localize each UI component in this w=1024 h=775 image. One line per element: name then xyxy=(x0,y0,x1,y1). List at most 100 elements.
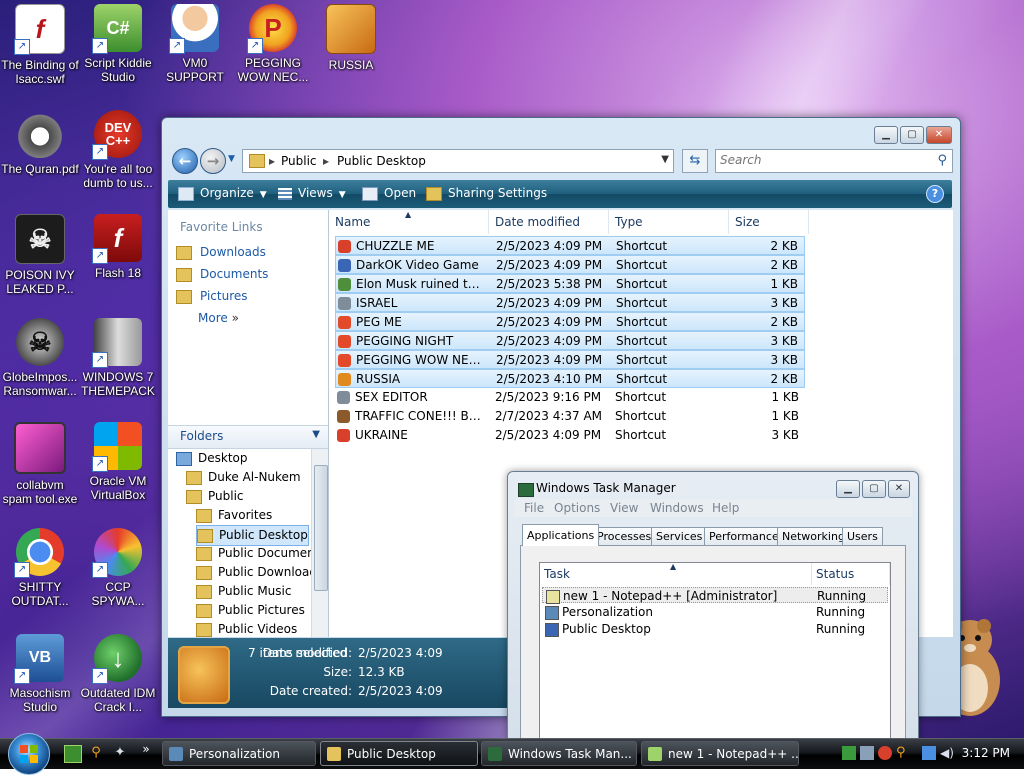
desktop-icon-russia[interactable]: RUSSIA xyxy=(311,4,391,72)
task-row[interactable]: Public Desktop Running xyxy=(542,621,888,637)
column-header-status[interactable]: Status xyxy=(812,563,890,585)
tree-item-public-music[interactable]: Public Music xyxy=(196,582,291,601)
help-icon[interactable]: ? xyxy=(926,185,944,203)
refresh-button[interactable]: ⇆ xyxy=(682,149,708,173)
desktop-icon-quran[interactable]: The Quran.pdf xyxy=(0,110,80,176)
address-bar[interactable]: ▸ Public ▸ Public Desktop ▼ xyxy=(242,149,674,173)
nav-scrollbar[interactable] xyxy=(311,449,328,637)
file-row[interactable]: ISRAEL 2/5/2023 4:09 PM Shortcut 3 KB xyxy=(335,293,805,312)
quicklaunch-tool-icon[interactable]: ✦ xyxy=(112,745,128,761)
column-header-size[interactable]: Size xyxy=(729,210,809,234)
volume-icon[interactable]: ◀) xyxy=(940,746,954,760)
desktop-icon-devcpp[interactable]: DEV C++ ↗ You're all too dumb to us... xyxy=(78,110,158,190)
minimize-button[interactable]: ▁ xyxy=(874,126,898,144)
file-row[interactable]: TRAFFIC CONE!!! BEEP ... 2/7/2023 4:37 AM… xyxy=(335,407,805,426)
desktop-icon-binding-of-isacc[interactable]: f ↗ The Binding of Isacc.swf xyxy=(0,4,80,86)
tree-item-public-videos[interactable]: Public Videos xyxy=(196,620,297,637)
file-row[interactable]: RUSSIA 2/5/2023 4:10 PM Shortcut 2 KB xyxy=(335,369,805,388)
desktop-icon-globeimposter[interactable]: ☠ GlobeImpos... Ransomwar... xyxy=(0,318,80,398)
tab-performance[interactable]: Performance xyxy=(704,527,784,545)
task-row[interactable]: Personalization Running xyxy=(542,604,888,620)
file-row[interactable]: PEGGING NIGHT 2/5/2023 4:09 PM Shortcut 3 K… xyxy=(335,331,805,350)
search-input[interactable] xyxy=(716,150,920,170)
tree-item-public-documents[interactable]: Public Documents xyxy=(196,544,326,563)
taskbar-task-manager[interactable]: Windows Task Man... xyxy=(481,741,637,766)
desktop-icon-idm[interactable]: ↓ ↗ Outdated IDM Crack I... xyxy=(78,634,158,714)
open-button[interactable]: Open xyxy=(362,186,416,201)
sharing-settings-button[interactable]: Sharing Settings xyxy=(426,186,547,201)
maximize-button[interactable]: ▢ xyxy=(900,126,924,144)
views-button[interactable]: Views ▼ xyxy=(278,186,346,200)
start-button[interactable] xyxy=(8,733,50,775)
maximize-button[interactable]: ▢ xyxy=(862,480,886,498)
tree-item-public-downloads[interactable]: Public Downloads xyxy=(196,563,323,582)
desktop-icon-poison-ivy[interactable]: ☠ POISON IVY LEAKED P... xyxy=(0,214,80,296)
favorite-link-pictures[interactable]: Pictures xyxy=(176,286,248,306)
tray-display-icon[interactable] xyxy=(922,746,936,760)
file-row[interactable]: SEX EDITOR 2/5/2023 9:16 PM Shortcut 1 KB xyxy=(335,388,805,407)
tree-item-favorites[interactable]: Favorites xyxy=(196,506,272,525)
tab-applications[interactable]: Applications xyxy=(522,524,600,546)
favorite-link-documents[interactable]: Documents xyxy=(176,264,268,284)
column-header-task[interactable]: Task ▲ xyxy=(540,562,812,585)
tab-services[interactable]: Services xyxy=(651,527,708,545)
close-button[interactable]: ✕ xyxy=(888,480,910,498)
forward-button[interactable]: → xyxy=(200,148,226,174)
desktop-icon-pegging-wow[interactable]: P ↗ PEGGING WOW NEC... xyxy=(233,4,313,84)
file-row[interactable]: PEG ME 2/5/2023 4:09 PM Shortcut 2 KB xyxy=(335,312,805,331)
tab-networking[interactable]: Networking xyxy=(777,527,850,545)
task-row[interactable]: new 1 - Notepad++ [Administrator] Running xyxy=(542,587,888,604)
tray-app-icon[interactable] xyxy=(842,746,856,760)
desktop-icon-ccp-spyware[interactable]: ↗ CCP SPYWA... xyxy=(78,528,158,608)
tree-item-public[interactable]: Public xyxy=(186,487,244,506)
column-header-type[interactable]: Type xyxy=(609,210,729,234)
search-icon[interactable]: ⚲ xyxy=(937,153,947,168)
column-header-date-modified[interactable]: Date modified xyxy=(489,210,609,234)
column-header-name[interactable]: Name ▲ xyxy=(329,210,489,234)
desktop-icon-masochism-studio[interactable]: VB ↗ Masochism Studio xyxy=(0,634,80,714)
desktop-icon-collabvm-spam[interactable]: collabvm spam tool.exe xyxy=(0,422,80,506)
taskbar-notepadpp[interactable]: new 1 - Notepad++ ... xyxy=(641,741,799,766)
folders-header[interactable]: Folders ▼ xyxy=(168,425,328,449)
taskbar-personalization[interactable]: Personalization xyxy=(162,741,316,766)
menu-file[interactable]: File xyxy=(524,501,544,515)
file-row[interactable]: UKRAINE 2/5/2023 4:09 PM Shortcut 3 KB xyxy=(335,426,805,445)
search-box[interactable]: ⚲ xyxy=(715,149,953,173)
minimize-button[interactable]: ▁ xyxy=(836,480,860,498)
menu-windows[interactable]: Windows xyxy=(650,501,704,515)
desktop-icon-vm0-support[interactable]: ↗ VM0 SUPPORT xyxy=(155,4,235,84)
file-row[interactable]: CHUZZLE ME 2/5/2023 4:09 PM Shortcut 2 KB xyxy=(335,236,805,255)
task-manager-window[interactable]: Windows Task Manager ▁ ▢ ✕ File Options … xyxy=(507,471,919,740)
tab-processes[interactable]: Processes xyxy=(592,527,657,545)
menu-options[interactable]: Options xyxy=(554,501,600,515)
back-button[interactable]: ← xyxy=(172,148,198,174)
desktop-icon-win7-themepack[interactable]: ↗ WINDOWS 7 THEMEPACK xyxy=(78,318,158,398)
breadcrumb-public[interactable]: Public xyxy=(281,154,317,168)
quicklaunch-more-icon[interactable]: » xyxy=(138,741,154,757)
tree-item-public-desktop[interactable]: Public Desktop xyxy=(196,525,309,546)
favorite-link-downloads[interactable]: Downloads xyxy=(176,242,266,262)
desktop-icon-script-kiddie-studio[interactable]: C# ↗ Script Kiddie Studio xyxy=(78,4,158,84)
menu-help[interactable]: Help xyxy=(712,501,739,515)
tree-item-public-pictures[interactable]: Public Pictures xyxy=(196,601,305,620)
scrollbar-thumb[interactable] xyxy=(314,465,328,591)
desktop-icon-flash-18[interactable]: f ↗ Flash 18 xyxy=(78,214,158,280)
address-dropdown-icon[interactable]: ▼ xyxy=(661,154,669,165)
breadcrumb-public-desktop[interactable]: Public Desktop xyxy=(337,154,426,168)
clock[interactable]: 3:12 PM xyxy=(962,746,1010,760)
desktop-icon-virtualbox[interactable]: ↗ Oracle VM VirtualBox xyxy=(78,422,158,502)
tree-item-duke-al-nukem[interactable]: Duke Al-Nukem xyxy=(186,468,301,487)
tray-security-icon[interactable] xyxy=(878,746,892,760)
taskbar-public-desktop[interactable]: Public Desktop xyxy=(320,741,478,766)
quicklaunch-search-icon[interactable]: ⚲ xyxy=(88,745,104,761)
file-row[interactable]: DarkOK Video Game 2/5/2023 4:09 PM Shortcu… xyxy=(335,255,805,274)
quicklaunch-desktop-icon[interactable] xyxy=(64,745,82,763)
tray-search-icon[interactable]: ⚲ xyxy=(896,746,910,760)
more-links[interactable]: More » xyxy=(198,308,239,328)
organize-button[interactable]: Organize ▼ xyxy=(178,186,267,201)
recent-pages-chevron-icon[interactable]: ▼ xyxy=(228,154,235,164)
tray-network-icon[interactable] xyxy=(860,746,874,760)
tree-item-desktop[interactable]: Desktop xyxy=(176,449,248,468)
close-button[interactable]: ✕ xyxy=(926,126,952,144)
file-row[interactable]: Elon Musk ruined twitt... 2/5/2023 5:38 P… xyxy=(335,274,805,293)
